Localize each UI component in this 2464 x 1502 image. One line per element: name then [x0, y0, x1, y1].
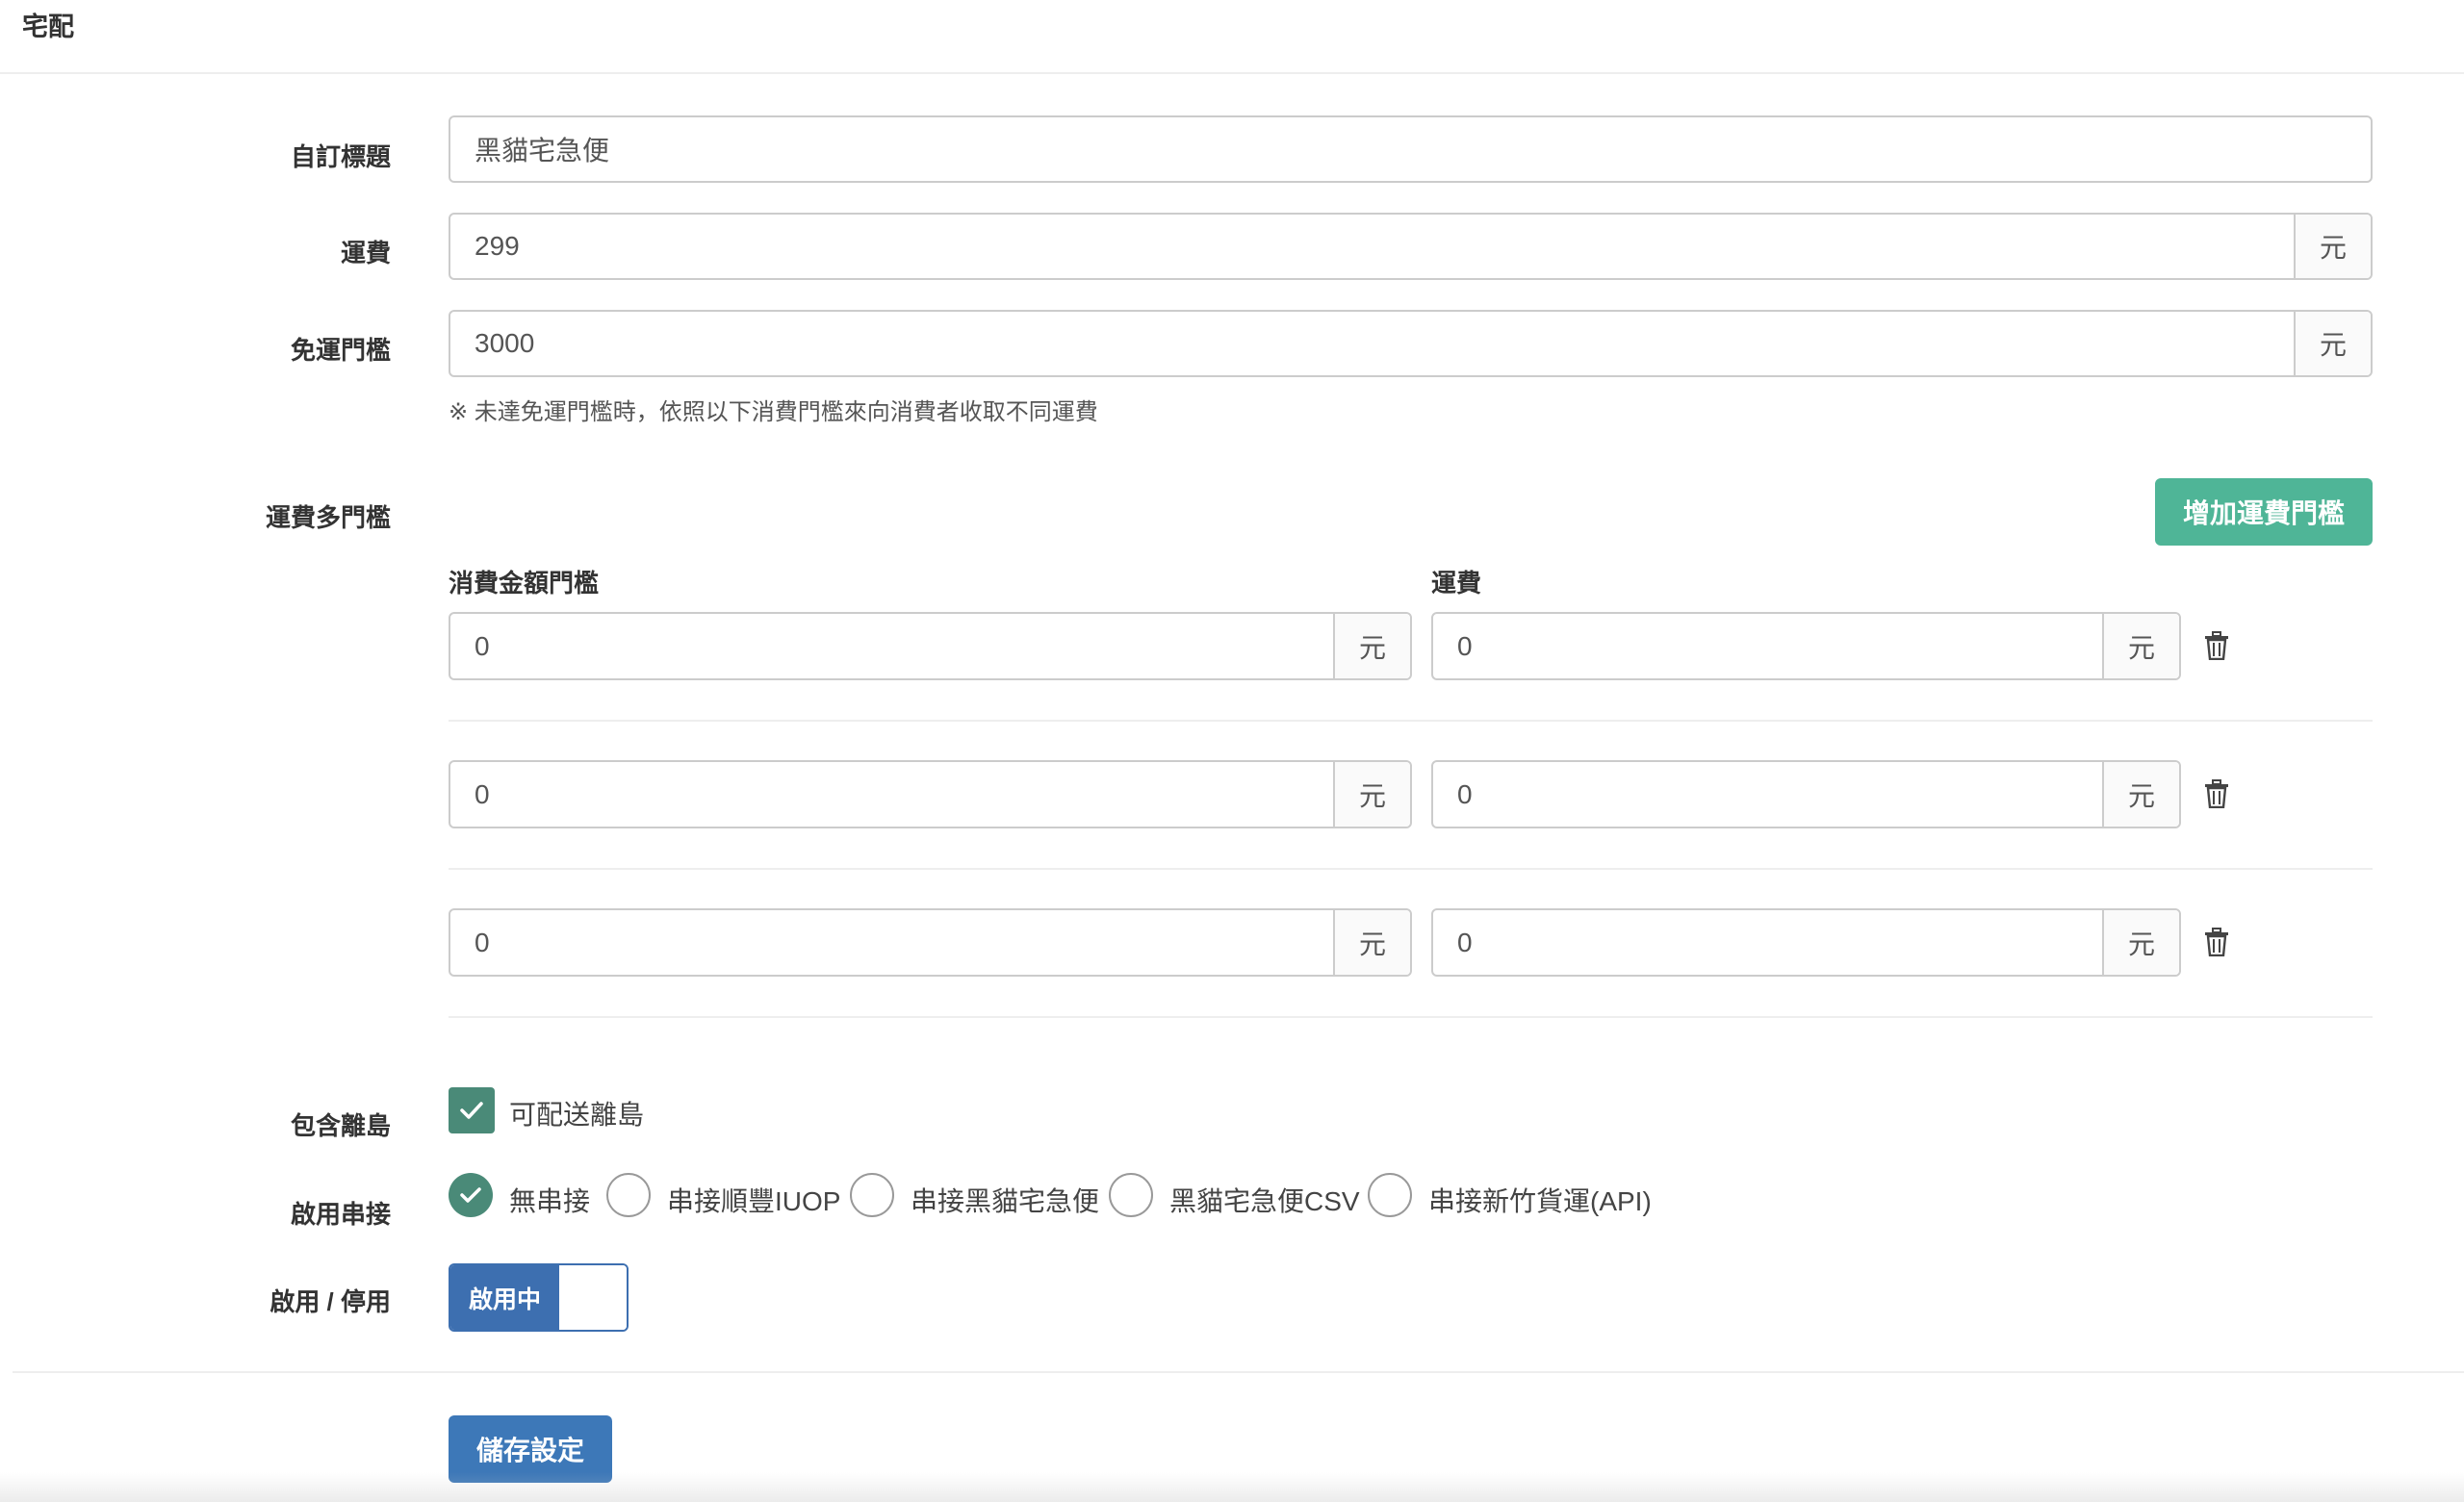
tier-fee-field[interactable]: 0 元	[1431, 760, 2181, 828]
tier-fee-input[interactable]: 0	[1433, 762, 2102, 827]
tiers-label: 運費多門檻	[265, 503, 391, 532]
radio-none[interactable]	[449, 1173, 493, 1217]
shipping-fee-unit: 元	[2294, 215, 2371, 278]
check-icon	[460, 1102, 483, 1119]
tier-row-divider	[449, 868, 2373, 870]
tier-amount-unit: 元	[1333, 614, 1410, 678]
status-toggle-on[interactable]: 啟用中	[450, 1265, 559, 1330]
radio-tcat[interactable]	[850, 1173, 894, 1217]
tier-fee-field[interactable]: 0 元	[1431, 612, 2181, 680]
page-title: 宅配	[22, 13, 74, 41]
radio-tcat-csv[interactable]	[1109, 1173, 1153, 1217]
trash-icon[interactable]	[2204, 631, 2229, 660]
status-toggle[interactable]: 啟用中	[449, 1263, 629, 1332]
status-label: 啟用 / 停用	[270, 1287, 391, 1316]
tier-amount-field[interactable]: 0 元	[449, 760, 1412, 828]
tier-fee-unit: 元	[2102, 762, 2179, 827]
tier-fee-unit: 元	[2102, 614, 2179, 678]
tier-row-divider	[449, 1016, 2373, 1018]
tier-amount-input[interactable]: 0	[450, 614, 1333, 678]
tier-amount-input[interactable]: 0	[450, 910, 1333, 975]
tier-amount-unit: 元	[1333, 762, 1410, 827]
free-threshold-unit: 元	[2294, 312, 2371, 375]
free-threshold-hint: ※ 未達免運門檻時，依照以下消費門檻來向消費者收取不同運費	[449, 399, 1098, 425]
integration-label: 啟用串接	[290, 1200, 391, 1229]
radio-hct-api[interactable]	[1368, 1173, 1412, 1217]
shipping-fee-field[interactable]: 299 元	[449, 213, 2373, 280]
trash-icon[interactable]	[2204, 928, 2229, 956]
tier-fee-unit: 元	[2102, 910, 2179, 975]
radio-label-tcat-csv[interactable]: 黑貓宅急便CSV	[1169, 1181, 1360, 1219]
tier-row-divider	[449, 720, 2373, 722]
radio-sf-iuop[interactable]	[606, 1173, 651, 1217]
radio-label-hct-api[interactable]: 串接新竹貨運(API)	[1428, 1181, 1652, 1219]
footer-divider	[13, 1371, 2464, 1373]
radio-label-none[interactable]: 無串接	[509, 1181, 590, 1219]
shipping-fee-label: 運費	[340, 239, 391, 267]
tier-amount-column-header: 消費金額門檻	[449, 569, 600, 598]
free-threshold-label: 免運門檻	[290, 336, 391, 365]
tier-amount-input[interactable]: 0	[450, 762, 1333, 827]
islands-checkbox-label[interactable]: 可配送離島	[509, 1094, 644, 1133]
custom-title-label: 自訂標題	[290, 142, 391, 171]
tier-amount-unit: 元	[1333, 910, 1410, 975]
custom-title-input[interactable]: 黑貓宅急便	[449, 115, 2373, 183]
check-icon	[460, 1187, 481, 1203]
free-threshold-field[interactable]: 3000 元	[449, 310, 2373, 377]
free-threshold-input[interactable]: 3000	[450, 312, 2294, 375]
tier-amount-field[interactable]: 0 元	[449, 908, 1412, 977]
tier-fee-field[interactable]: 0 元	[1431, 908, 2181, 977]
tier-amount-field[interactable]: 0 元	[449, 612, 1412, 680]
tier-fee-input[interactable]: 0	[1433, 910, 2102, 975]
tier-fee-column-header: 運費	[1431, 569, 1482, 598]
add-tier-button[interactable]: 增加運費門檻	[2155, 478, 2373, 546]
bottom-shadow	[0, 1472, 2464, 1502]
tier-fee-input[interactable]: 0	[1433, 614, 2102, 678]
trash-icon[interactable]	[2204, 779, 2229, 808]
radio-label-sf-iuop[interactable]: 串接順豐IUOP	[667, 1181, 840, 1219]
page-header: 宅配	[0, 0, 2464, 74]
shipping-fee-input[interactable]: 299	[450, 215, 2294, 278]
radio-label-tcat[interactable]: 串接黑貓宅急便	[911, 1181, 1099, 1219]
status-toggle-handle[interactable]	[559, 1265, 627, 1330]
islands-label: 包含離島	[290, 1111, 391, 1140]
islands-checkbox[interactable]	[449, 1087, 495, 1133]
